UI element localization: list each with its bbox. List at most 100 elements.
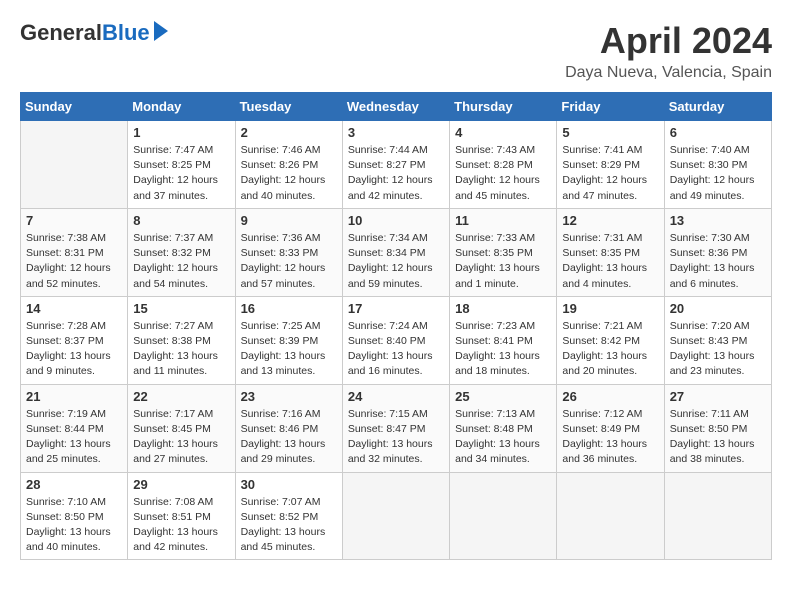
day-number: 25 — [455, 389, 551, 404]
day-info: Sunrise: 7:31 AMSunset: 8:35 PMDaylight:… — [562, 231, 658, 292]
calendar-day-cell: 26 Sunrise: 7:12 AMSunset: 8:49 PMDayligh… — [557, 384, 664, 472]
day-number: 30 — [241, 477, 337, 492]
calendar-day-cell: 25 Sunrise: 7:13 AMSunset: 8:48 PMDayligh… — [450, 384, 557, 472]
calendar-day-cell: 29 Sunrise: 7:08 AMSunset: 8:51 PMDayligh… — [128, 472, 235, 560]
calendar-day-cell — [450, 472, 557, 560]
day-number: 4 — [455, 125, 551, 140]
title-section: April 2024 Daya Nueva, Valencia, Spain — [565, 20, 772, 82]
day-info: Sunrise: 7:16 AMSunset: 8:46 PMDaylight:… — [241, 407, 337, 468]
calendar-day-cell: 24 Sunrise: 7:15 AMSunset: 8:47 PMDayligh… — [342, 384, 449, 472]
day-number: 18 — [455, 301, 551, 316]
day-info: Sunrise: 7:19 AMSunset: 8:44 PMDaylight:… — [26, 407, 122, 468]
day-info: Sunrise: 7:12 AMSunset: 8:49 PMDaylight:… — [562, 407, 658, 468]
calendar-week-row: 7 Sunrise: 7:38 AMSunset: 8:31 PMDaylight… — [21, 208, 772, 296]
day-number: 11 — [455, 213, 551, 228]
day-info: Sunrise: 7:17 AMSunset: 8:45 PMDaylight:… — [133, 407, 229, 468]
calendar-table: SundayMondayTuesdayWednesdayThursdayFrid… — [20, 92, 772, 560]
day-number: 6 — [670, 125, 766, 140]
day-number: 24 — [348, 389, 444, 404]
calendar-day-cell: 4 Sunrise: 7:43 AMSunset: 8:28 PMDaylight… — [450, 121, 557, 209]
day-info: Sunrise: 7:37 AMSunset: 8:32 PMDaylight:… — [133, 231, 229, 292]
calendar-week-row: 21 Sunrise: 7:19 AMSunset: 8:44 PMDayligh… — [21, 384, 772, 472]
calendar-day-cell — [21, 121, 128, 209]
calendar-day-cell: 15Sunrise: 7:27 AMSunset: 8:38 PMDayligh… — [128, 296, 235, 384]
day-info: Sunrise: 7:23 AMSunset: 8:41 PMDaylight:… — [455, 319, 551, 380]
logo-blue-text: Blue — [102, 20, 150, 46]
day-number: 2 — [241, 125, 337, 140]
calendar-day-cell: 5 Sunrise: 7:41 AMSunset: 8:29 PMDaylight… — [557, 121, 664, 209]
day-info: Sunrise: 7:27 AMSunset: 8:38 PMDaylight:… — [133, 319, 229, 380]
day-info: Sunrise: 7:07 AMSunset: 8:52 PMDaylight:… — [241, 495, 337, 556]
day-info: Sunrise: 7:38 AMSunset: 8:31 PMDaylight:… — [26, 231, 122, 292]
calendar-day-cell: 7 Sunrise: 7:38 AMSunset: 8:31 PMDaylight… — [21, 208, 128, 296]
calendar-day-cell: 23 Sunrise: 7:16 AMSunset: 8:46 PMDayligh… — [235, 384, 342, 472]
calendar-header-row: SundayMondayTuesdayWednesdayThursdayFrid… — [21, 93, 772, 121]
calendar-header-thursday: Thursday — [450, 93, 557, 121]
day-info: Sunrise: 7:46 AMSunset: 8:26 PMDaylight:… — [241, 143, 337, 204]
calendar-header-wednesday: Wednesday — [342, 93, 449, 121]
day-info: Sunrise: 7:20 AMSunset: 8:43 PMDaylight:… — [670, 319, 766, 380]
day-number: 7 — [26, 213, 122, 228]
page-header: General Blue April 2024 Daya Nueva, Vale… — [20, 20, 772, 82]
calendar-day-cell: 22 Sunrise: 7:17 AMSunset: 8:45 PMDayligh… — [128, 384, 235, 472]
day-info: Sunrise: 7:21 AMSunset: 8:42 PMDaylight:… — [562, 319, 658, 380]
calendar-day-cell: 16 Sunrise: 7:25 AMSunset: 8:39 PMDayligh… — [235, 296, 342, 384]
calendar-day-cell: 18 Sunrise: 7:23 AMSunset: 8:41 PMDayligh… — [450, 296, 557, 384]
day-info: Sunrise: 7:34 AMSunset: 8:34 PMDaylight:… — [348, 231, 444, 292]
calendar-week-row: 1 Sunrise: 7:47 AMSunset: 8:25 PMDaylight… — [21, 121, 772, 209]
day-info: Sunrise: 7:44 AMSunset: 8:27 PMDaylight:… — [348, 143, 444, 204]
calendar-day-cell: 19 Sunrise: 7:21 AMSunset: 8:42 PMDayligh… — [557, 296, 664, 384]
calendar-day-cell: 17 Sunrise: 7:24 AMSunset: 8:40 PMDayligh… — [342, 296, 449, 384]
day-number: 28 — [26, 477, 122, 492]
day-info: Sunrise: 7:36 AMSunset: 8:33 PMDaylight:… — [241, 231, 337, 292]
day-number: 14 — [26, 301, 122, 316]
calendar-day-cell: 9Sunrise: 7:36 AMSunset: 8:33 PMDaylight… — [235, 208, 342, 296]
day-number: 23 — [241, 389, 337, 404]
calendar-day-cell: 30 Sunrise: 7:07 AMSunset: 8:52 PMDayligh… — [235, 472, 342, 560]
day-number: 19 — [562, 301, 658, 316]
calendar-day-cell: 11 Sunrise: 7:33 AMSunset: 8:35 PMDayligh… — [450, 208, 557, 296]
day-number: 5 — [562, 125, 658, 140]
day-number: 1 — [133, 125, 229, 140]
day-number: 22 — [133, 389, 229, 404]
day-info: Sunrise: 7:15 AMSunset: 8:47 PMDaylight:… — [348, 407, 444, 468]
calendar-day-cell — [342, 472, 449, 560]
calendar-day-cell: 20 Sunrise: 7:20 AMSunset: 8:43 PMDayligh… — [664, 296, 771, 384]
day-info: Sunrise: 7:41 AMSunset: 8:29 PMDaylight:… — [562, 143, 658, 204]
day-number: 20 — [670, 301, 766, 316]
day-info: Sunrise: 7:08 AMSunset: 8:51 PMDaylight:… — [133, 495, 229, 556]
day-info: Sunrise: 7:43 AMSunset: 8:28 PMDaylight:… — [455, 143, 551, 204]
calendar-day-cell: 2 Sunrise: 7:46 AMSunset: 8:26 PMDaylight… — [235, 121, 342, 209]
calendar-day-cell: 8Sunrise: 7:37 AMSunset: 8:32 PMDaylight… — [128, 208, 235, 296]
day-number: 21 — [26, 389, 122, 404]
day-info: Sunrise: 7:47 AMSunset: 8:25 PMDaylight:… — [133, 143, 229, 204]
day-number: 16 — [241, 301, 337, 316]
calendar-day-cell: 6Sunrise: 7:40 AMSunset: 8:30 PMDaylight… — [664, 121, 771, 209]
day-info: Sunrise: 7:11 AMSunset: 8:50 PMDaylight:… — [670, 407, 766, 468]
calendar-day-cell: 21 Sunrise: 7:19 AMSunset: 8:44 PMDayligh… — [21, 384, 128, 472]
logo-general-text: General — [20, 20, 102, 46]
calendar-week-row: 28Sunrise: 7:10 AMSunset: 8:50 PMDayligh… — [21, 472, 772, 560]
calendar-day-cell: 13Sunrise: 7:30 AMSunset: 8:36 PMDayligh… — [664, 208, 771, 296]
day-info: Sunrise: 7:33 AMSunset: 8:35 PMDaylight:… — [455, 231, 551, 292]
calendar-day-cell: 28Sunrise: 7:10 AMSunset: 8:50 PMDayligh… — [21, 472, 128, 560]
calendar-day-cell: 27Sunrise: 7:11 AMSunset: 8:50 PMDayligh… — [664, 384, 771, 472]
calendar-header-friday: Friday — [557, 93, 664, 121]
day-info: Sunrise: 7:30 AMSunset: 8:36 PMDaylight:… — [670, 231, 766, 292]
day-number: 26 — [562, 389, 658, 404]
calendar-day-cell: 14Sunrise: 7:28 AMSunset: 8:37 PMDayligh… — [21, 296, 128, 384]
calendar-day-cell: 1 Sunrise: 7:47 AMSunset: 8:25 PMDaylight… — [128, 121, 235, 209]
day-info: Sunrise: 7:24 AMSunset: 8:40 PMDaylight:… — [348, 319, 444, 380]
month-title: April 2024 — [565, 20, 772, 62]
day-number: 12 — [562, 213, 658, 228]
calendar-day-cell: 12 Sunrise: 7:31 AMSunset: 8:35 PMDayligh… — [557, 208, 664, 296]
day-number: 17 — [348, 301, 444, 316]
calendar-day-cell — [664, 472, 771, 560]
day-number: 3 — [348, 125, 444, 140]
day-info: Sunrise: 7:13 AMSunset: 8:48 PMDaylight:… — [455, 407, 551, 468]
calendar-day-cell: 10Sunrise: 7:34 AMSunset: 8:34 PMDayligh… — [342, 208, 449, 296]
day-number: 29 — [133, 477, 229, 492]
calendar-header-saturday: Saturday — [664, 93, 771, 121]
calendar-day-cell: 3 Sunrise: 7:44 AMSunset: 8:27 PMDaylight… — [342, 121, 449, 209]
day-info: Sunrise: 7:25 AMSunset: 8:39 PMDaylight:… — [241, 319, 337, 380]
